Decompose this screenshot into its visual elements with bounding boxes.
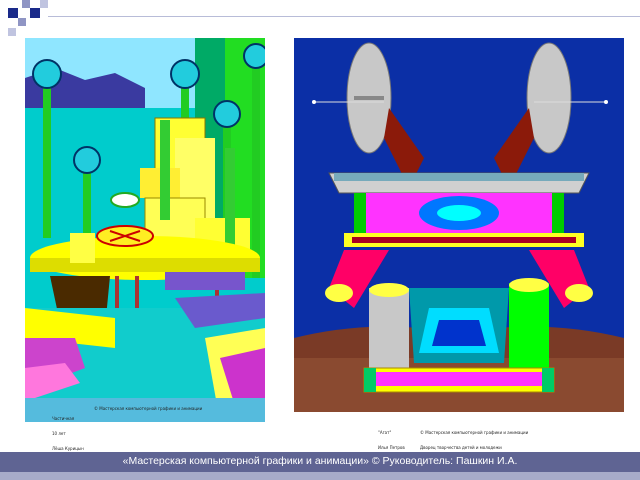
header-rule bbox=[48, 16, 640, 17]
footer-text: «Мастерская компьютерной графики и анима… bbox=[122, 455, 518, 467]
footer-strip bbox=[0, 472, 640, 480]
decorative-squares bbox=[0, 0, 60, 40]
left-caption-author: Частичная 10 лет Лёша Курицын bbox=[52, 416, 84, 451]
left-caption-credit: © Мастерская компьютерной графики и аним… bbox=[94, 406, 203, 411]
footer-bar: «Мастерская компьютерной графики и анима… bbox=[0, 452, 640, 472]
right-artwork-image bbox=[294, 38, 624, 412]
left-artwork-image bbox=[25, 38, 265, 422]
